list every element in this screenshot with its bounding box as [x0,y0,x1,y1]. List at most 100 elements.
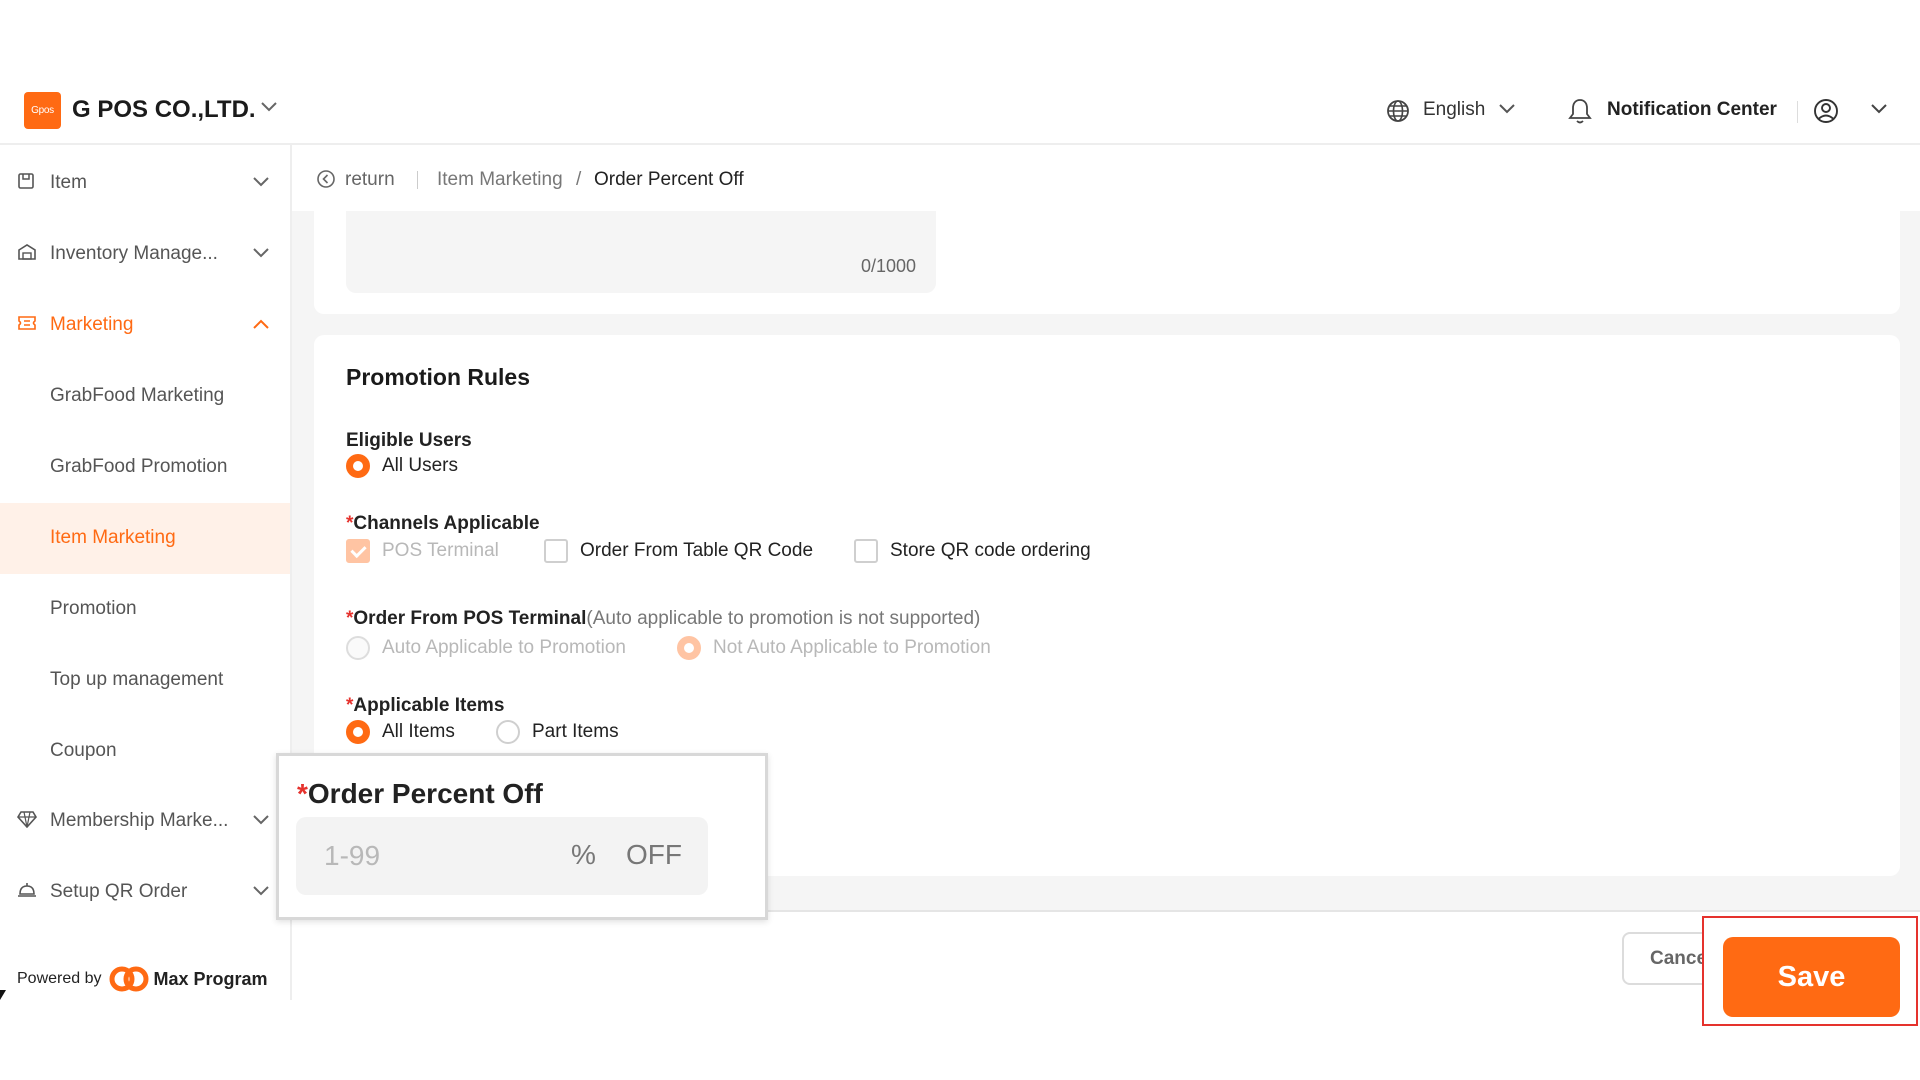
pos-terminal-hint: (Auto applicable to promotion is not sup… [586,608,981,629]
radio-label: All Users [382,455,459,476]
pos-terminal-label-text: Order From POS Terminal [353,608,587,629]
radio-label: Part Items [532,721,619,742]
radio-label: All Items [382,721,455,742]
sidebar-subitem-label: Promotion [50,598,137,619]
mouse-cursor-icon [0,990,6,1000]
chevron-down-icon[interactable] [252,885,270,897]
radio-auto-applicable[interactable]: Auto Applicable to Promotion [346,636,626,660]
applicable-items-label-text: Applicable Items [353,695,505,716]
checkbox-store-qr[interactable]: Store QR code ordering [854,539,1091,563]
ticket-icon [18,316,36,330]
gem-icon [17,811,37,828]
sidebar-item-label: Marketing [50,314,134,335]
globe-icon[interactable] [1385,98,1411,124]
sidebar-item-item[interactable]: Item [0,148,290,219]
sidebar-subitem-label: Top up management [50,669,224,690]
sidebar-item-membership[interactable]: Membership Marke... [0,786,290,857]
box-icon [18,173,34,189]
sidebar-subitem-coupon[interactable]: Coupon [0,716,290,787]
sidebar-subitem-item-marketing[interactable]: Item Marketing [0,503,290,574]
chevron-down-icon[interactable] [1498,103,1516,115]
order-percent-off-input[interactable] [324,837,524,875]
notification-center-link[interactable]: Notification Center [1607,99,1777,121]
order-percent-off-label: *Order Percent Off [297,778,543,810]
chevron-down-icon[interactable] [252,247,270,259]
sidebar-item-marketing[interactable]: Marketing [0,290,290,361]
radio-indicator[interactable] [346,636,370,660]
sidebar-subitem-label: GrabFood Promotion [50,456,228,477]
chevron-down-icon[interactable] [252,814,270,826]
checkbox-pos-terminal[interactable]: POS Terminal [346,539,499,563]
radio-indicator[interactable] [677,636,701,660]
header-divider [1797,101,1798,123]
radio-indicator[interactable] [496,720,520,744]
sidebar-subitem-label: Coupon [50,740,117,761]
percent-suffix: % [571,839,596,870]
applicable-items-label: *Applicable Items [346,695,504,717]
order-percent-off-callout: *Order Percent Off % OFF [276,753,768,920]
powered-by-text: Powered by [17,970,102,987]
company-name[interactable]: G POS CO.,LTD. [72,96,256,124]
sidebar: Item Inventory Manage... Marketing GrabF… [0,145,292,1000]
sidebar-item-inventory[interactable]: Inventory Manage... [0,219,290,290]
sidebar-item-label: Membership Marke... [50,810,229,831]
bell-icon[interactable] [1567,97,1593,125]
order-percent-off-field[interactable]: % OFF [296,817,708,895]
sidebar-subitem-grabfood-promotion[interactable]: GrabFood Promotion [0,432,290,503]
order-percent-off-label-text: Order Percent Off [307,778,543,809]
sidebar-subitem-label: GrabFood Marketing [50,385,225,406]
sidebar-item-label: Inventory Manage... [50,243,218,264]
radio-label: Not Auto Applicable to Promotion [713,637,991,658]
checkbox-label: Order From Table QR Code [580,540,814,561]
radio-label: Auto Applicable to Promotion [382,637,626,658]
breadcrumb-divider [417,171,418,189]
checkbox-label: POS Terminal [382,540,499,561]
sidebar-subitem-grabfood-marketing[interactable]: GrabFood Marketing [0,361,290,432]
sidebar-item-label: Item [50,172,87,193]
save-button[interactable]: Save [1723,937,1900,1017]
channels-applicable-label: *Channels Applicable [346,513,540,535]
company-logo: Gpos [24,92,61,129]
off-suffix: OFF [626,839,682,870]
sidebar-subitem-label: Item Marketing [50,527,176,548]
sidebar-item-label: Setup QR Order [50,881,188,902]
warehouse-icon [18,244,36,260]
radio-all-items[interactable]: All Items [346,720,455,744]
radio-part-items[interactable]: Part Items [496,720,619,744]
top-header: Gpos G POS CO.,LTD. English Notification… [0,67,1920,145]
channels-label-text: Channels Applicable [353,513,540,534]
sidebar-item-setup-qr-order[interactable]: Setup QR Order [0,857,290,928]
powered-by-brand: Max Program [153,968,268,989]
breadcrumb-separator: / [576,169,582,190]
pos-terminal-label: *Order From POS Terminal(Auto applicable… [346,608,980,630]
powered-by: Powered by Max Program [17,965,268,993]
required-mark: * [297,778,308,809]
checkbox-table-qr[interactable]: Order From Table QR Code [544,539,813,563]
return-icon[interactable] [316,169,336,189]
chevron-down-icon[interactable] [1870,103,1888,115]
description-textarea[interactable]: 0/1000 [346,211,936,293]
user-avatar-icon[interactable] [1812,97,1840,125]
radio-all-users[interactable]: All Users [346,454,458,478]
sidebar-subitem-promotion[interactable]: Promotion [0,574,290,645]
return-link[interactable]: return [345,169,395,191]
eligible-users-label: Eligible Users [346,430,472,451]
checkbox-indicator[interactable] [544,539,568,563]
radio-indicator[interactable] [346,454,370,478]
radio-indicator[interactable] [346,720,370,744]
chevron-up-icon[interactable] [252,318,270,330]
breadcrumb-item-marketing[interactable]: Item Marketing [437,169,563,191]
chevron-down-icon[interactable] [252,176,270,188]
description-card: 0/1000 [314,211,1900,314]
chevron-down-icon[interactable] [260,101,278,113]
cloche-icon [18,883,36,897]
language-selector[interactable]: English [1423,99,1485,121]
checkbox-indicator[interactable] [854,539,878,563]
checkbox-label: Store QR code ordering [890,540,1091,561]
radio-not-auto-applicable[interactable]: Not Auto Applicable to Promotion [677,636,991,660]
checkbox-indicator[interactable] [346,539,370,563]
sidebar-subitem-top-up-management[interactable]: Top up management [0,645,290,716]
app-root: Gpos G POS CO.,LTD. English Notification… [0,0,1920,1080]
section-title: Promotion Rules [346,364,531,390]
breadcrumb: return Item Marketing / Order Percent Of… [292,145,1920,211]
